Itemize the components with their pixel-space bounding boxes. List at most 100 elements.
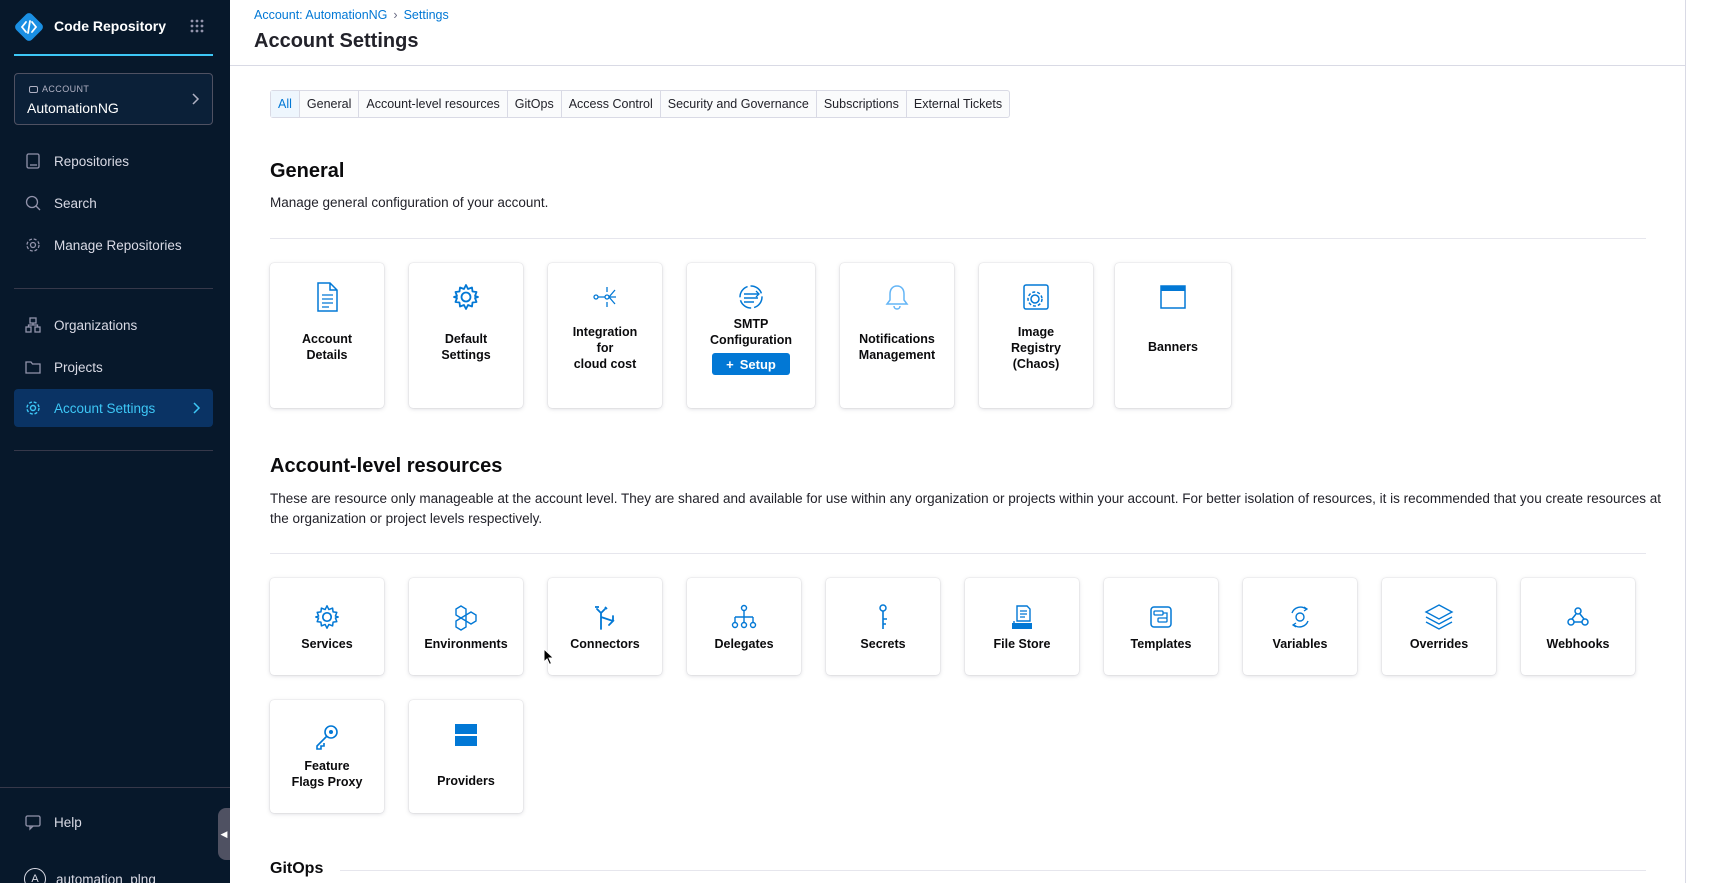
templates-icon: [1146, 602, 1176, 632]
general-section-description: Manage general configuration of your acc…: [270, 195, 549, 210]
sidebar-collapse-button[interactable]: ◀: [218, 808, 230, 860]
card-label: Variables: [1272, 637, 1328, 651]
delegates-icon: [729, 602, 759, 632]
tab-external-tickets[interactable]: External Tickets: [907, 91, 1009, 117]
image-registry-icon: [1021, 282, 1051, 312]
user-name: automation_plng: [56, 871, 156, 883]
card-label: Delegates: [714, 637, 774, 651]
tab-gitops[interactable]: GitOps: [508, 91, 562, 117]
tab-subscriptions[interactable]: Subscriptions: [817, 91, 907, 117]
smtp-configuration-card[interactable]: SMTP Configuration + Setup: [687, 263, 815, 408]
breadcrumb-settings-link[interactable]: Settings: [404, 8, 449, 22]
tab-general[interactable]: General: [300, 91, 360, 117]
help-link[interactable]: Help: [24, 813, 82, 831]
card-label: Image Registry (Chaos): [1010, 325, 1062, 371]
chevron-right-icon: [193, 402, 201, 414]
card-label: Connectors: [570, 637, 640, 651]
services-icon: [312, 602, 342, 632]
sidebar-item-label: Projects: [54, 359, 103, 375]
tab-account-level-resources[interactable]: Account-level resources: [359, 91, 508, 117]
sidebar-item-organizations[interactable]: Organizations: [14, 306, 213, 344]
card-label: Providers: [437, 774, 495, 788]
card-label: SMTP Configuration: [710, 317, 792, 347]
sidebar-divider: [0, 787, 230, 788]
sidebar-divider: [14, 450, 213, 451]
providers-card[interactable]: Providers: [409, 700, 523, 813]
banners-card[interactable]: Banners: [1115, 263, 1231, 408]
card-label: Webhooks: [1546, 637, 1610, 651]
environments-card[interactable]: Environments: [409, 578, 523, 675]
mouse-cursor-icon: [543, 648, 555, 666]
account-switcher[interactable]: ACCOUNT AutomationNG: [14, 73, 213, 125]
variables-icon: [1285, 602, 1315, 632]
webhooks-icon: [1563, 602, 1593, 632]
card-label: Banners: [1147, 340, 1199, 354]
integration-cloud-cost-card[interactable]: Integration for cloud cost: [548, 263, 662, 408]
sidebar-item-label: Manage Repositories: [54, 237, 182, 253]
app-grid-icon[interactable]: [189, 18, 205, 34]
breadcrumb: Account: AutomationNG › Settings: [254, 8, 449, 22]
plus-icon: +: [726, 356, 734, 372]
providers-icon: [451, 720, 481, 750]
help-label: Help: [54, 814, 82, 830]
sidebar-divider: [14, 288, 213, 289]
gitops-section-title: GitOps: [270, 860, 324, 877]
tab-all[interactable]: All: [271, 91, 300, 117]
card-label: Account Details: [302, 332, 352, 362]
overrides-card[interactable]: Overrides: [1382, 578, 1496, 675]
sidebar-item-label: Repositories: [54, 153, 130, 169]
resources-section-title: Account-level resources: [270, 455, 503, 477]
tab-access-control[interactable]: Access Control: [562, 91, 661, 117]
image-registry-chaos-card[interactable]: Image Registry (Chaos): [979, 263, 1093, 408]
smtp-setup-button[interactable]: + Setup: [712, 353, 790, 375]
user-profile[interactable]: A automation_plng: [24, 868, 156, 883]
account-label: ACCOUNT: [29, 84, 89, 94]
sidebar-item-label: Organizations: [54, 317, 138, 333]
gear-icon: [24, 236, 42, 254]
breadcrumb-account-link[interactable]: Account: AutomationNG: [254, 8, 387, 22]
templates-card[interactable]: Templates: [1104, 578, 1218, 675]
sidebar-item-account-settings[interactable]: Account Settings: [14, 389, 213, 427]
card-label: File Store: [993, 637, 1051, 651]
gear-icon: [24, 399, 42, 417]
content-right-border: [1685, 0, 1686, 883]
sidebar-item-label: Search: [54, 195, 97, 211]
card-label: Notifications Management: [858, 332, 936, 362]
variables-card[interactable]: Variables: [1243, 578, 1357, 675]
file-store-card[interactable]: File Store: [965, 578, 1079, 675]
card-label: Integration for cloud cost: [572, 325, 638, 371]
delegates-card[interactable]: Delegates: [687, 578, 801, 675]
secrets-card[interactable]: Secrets: [826, 578, 940, 675]
resources-section-description: These are resource only manageable at th…: [270, 491, 1662, 526]
card-label: Templates: [1130, 637, 1192, 651]
page-title: Account Settings: [254, 30, 419, 52]
app-name: Code Repository: [54, 18, 167, 34]
bell-icon: [882, 282, 912, 312]
account-details-card[interactable]: Account Details: [270, 263, 384, 408]
account-name: AutomationNG: [27, 100, 119, 116]
tab-security-and-governance[interactable]: Security and Governance: [661, 91, 817, 117]
feature-flags-proxy-card[interactable]: Feature Flags Proxy: [270, 700, 384, 813]
integration-icon: [590, 282, 620, 312]
sidebar: Code Repository ACCOUNT AutomationNG Rep…: [0, 0, 230, 883]
sidebar-item-projects[interactable]: Projects: [14, 348, 213, 386]
sidebar-item-label: Account Settings: [54, 400, 156, 416]
card-label: Default Settings: [441, 332, 491, 362]
webhooks-card[interactable]: Webhooks: [1521, 578, 1635, 675]
section-divider: [340, 870, 1646, 871]
default-settings-card[interactable]: Default Settings: [409, 263, 523, 408]
secrets-icon: [868, 602, 898, 632]
overrides-icon: [1424, 602, 1454, 632]
sidebar-item-manage-repositories[interactable]: Manage Repositories: [14, 226, 213, 264]
breadcrumb-separator-icon: ›: [393, 8, 398, 22]
chevron-right-icon: [192, 93, 200, 105]
key-icon: [312, 722, 342, 752]
code-repository-logo-icon[interactable]: [14, 12, 44, 42]
card-label: Overrides: [1409, 637, 1469, 651]
connectors-card[interactable]: Connectors: [548, 578, 662, 675]
services-card[interactable]: Services: [270, 578, 384, 675]
sidebar-item-search[interactable]: Search: [14, 184, 213, 222]
notifications-management-card[interactable]: Notifications Management: [840, 263, 954, 408]
environments-icon: [451, 602, 481, 632]
sidebar-item-repositories[interactable]: Repositories: [14, 142, 213, 180]
